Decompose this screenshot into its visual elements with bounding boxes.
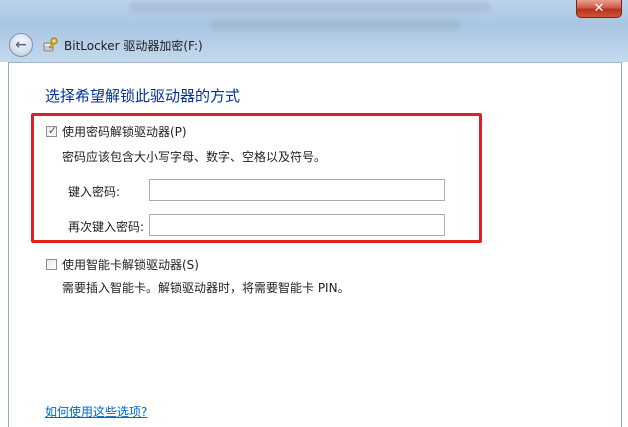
enter-password-input[interactable] xyxy=(149,179,445,201)
smartcard-unlock-checkbox[interactable] xyxy=(46,259,57,270)
password-hint: 密码应该包含大小写字母、数字、空格以及符号。 xyxy=(62,150,327,164)
back-arrow-icon: ← xyxy=(15,37,27,53)
back-button[interactable]: ← xyxy=(9,33,33,57)
password-unlock-label[interactable]: 使用密码解锁驱动器(P) xyxy=(62,123,187,140)
page-heading: 选择希望解锁此驱动器的方式 xyxy=(45,87,241,105)
password-unlock-checkbox[interactable]: ✓ xyxy=(46,124,58,137)
window-title: BitLocker 驱动器加密(F:) xyxy=(64,39,203,53)
smartcard-hint: 需要插入智能卡。解锁驱动器时，将需要智能卡 PIN。 xyxy=(62,281,350,295)
help-link[interactable]: 如何使用这些选项? xyxy=(45,403,147,420)
reenter-password-input[interactable] xyxy=(149,214,445,236)
checkmark-icon: ✓ xyxy=(47,124,58,137)
smartcard-unlock-label[interactable]: 使用智能卡解锁驱动器(S) xyxy=(62,256,199,273)
enter-password-label: 键入密码: xyxy=(68,185,121,199)
close-button[interactable]: ✕ xyxy=(576,0,622,18)
bitlocker-key-icon xyxy=(43,37,58,52)
close-icon: ✕ xyxy=(593,1,605,16)
reenter-password-label: 再次键入密码: xyxy=(68,220,145,234)
